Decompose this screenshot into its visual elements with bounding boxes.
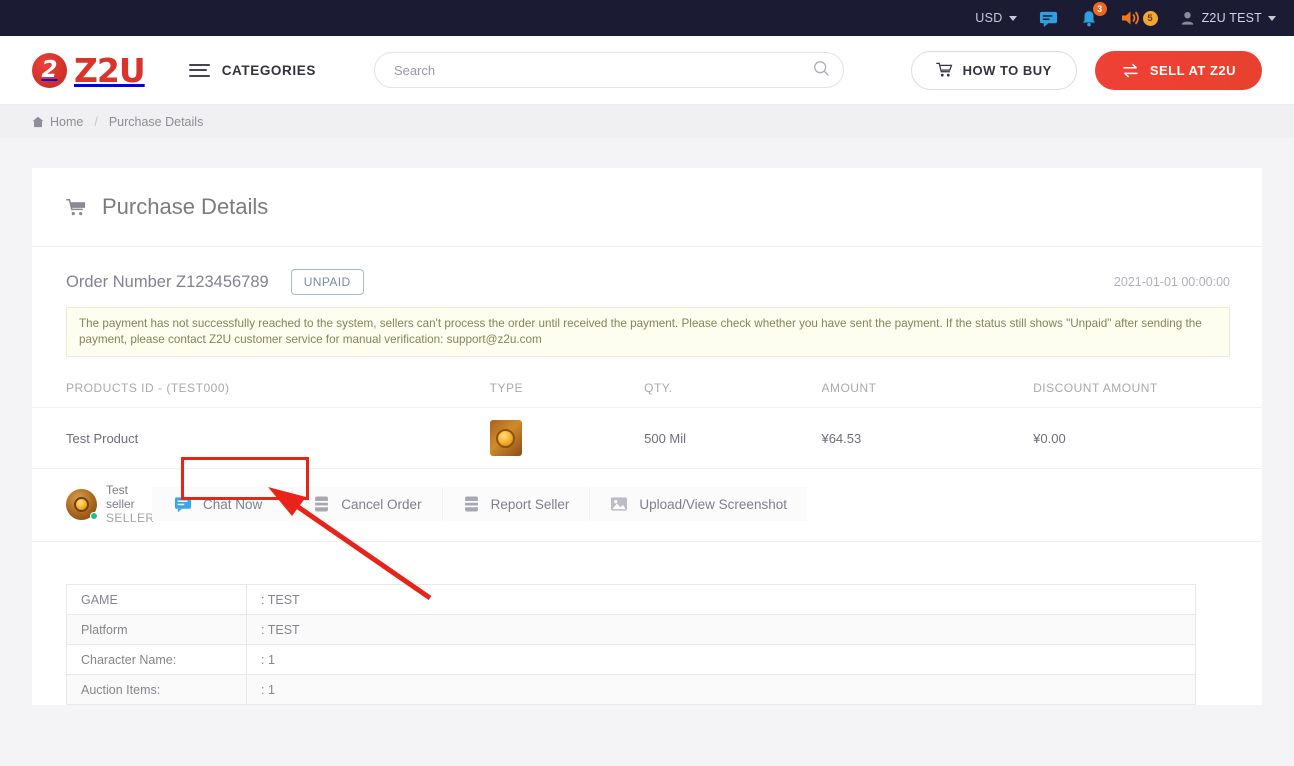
upload-view-screenshot-button[interactable]: Upload/View Screenshot [590,487,807,521]
order-attributes-table: GAME : TEST Platform : TEST Character Na… [66,584,1196,705]
order-action-bar: Test seller SELLER Chat Now Cancel Order [32,469,1262,542]
site-header: 2 Z2U CATEGORIES HOW TO BUY [0,36,1294,105]
report-icon [464,496,478,512]
order-details-section: GAME : TEST Platform : TEST Character Na… [32,542,1262,705]
table-row: Auction Items: : 1 [66,674,1196,705]
messages-button[interactable] [1039,9,1058,28]
how-to-buy-label: HOW TO BUY [962,62,1052,78]
product-discount: ¥0.00 [1033,430,1066,446]
page-title: Purchase Details [32,168,1262,247]
order-timestamp: 2021-01-01 00:00:00 [1113,275,1230,289]
search-input[interactable] [373,52,844,88]
detail-value-platform: : TEST [246,614,1196,645]
header-actions: HOW TO BUY SELL AT Z2U [910,50,1262,90]
breadcrumb-current: Purchase Details [108,114,204,129]
gold-coin-icon [489,420,522,456]
cart-icon [935,62,952,77]
seller-info[interactable]: Test seller SELLER [32,483,155,525]
image-icon [611,497,628,511]
site-logo[interactable]: 2 Z2U [32,50,146,90]
logo-mark: 2 [32,52,67,88]
detail-key-platform: Platform [66,614,247,645]
cancel-order-button[interactable]: Cancel Order [293,487,443,521]
status-badge: UNPAID [290,269,364,295]
seller-role: SELLER [106,511,155,525]
upload-screenshot-label: Upload/View Screenshot [639,496,787,512]
avatar [66,488,98,520]
search-bar [373,52,844,88]
col-discount-amount: DISCOUNT AMOUNT [1033,381,1158,395]
seller-name: Test seller [106,483,135,511]
products-table: PRODUCTS ID - (TEST000) TYPE QTY. AMOUNT… [32,371,1262,469]
breadcrumb: Home / Purchase Details [0,105,1294,138]
notifications-button[interactable]: 3 [1080,1,1107,28]
search-icon [814,61,829,77]
product-qty: 500 Mil [644,430,687,446]
detail-value-auction-items: : 1 [246,674,1196,705]
exchange-arrows-icon [1123,63,1138,77]
report-seller-label: Report Seller [490,496,570,512]
categories-label: CATEGORIES [221,62,316,78]
col-products-id: PRODUCTS ID - (TEST000) [66,381,230,395]
chevron-down-icon [1008,15,1017,21]
sell-at-z2u-button[interactable]: SELL AT Z2U [1094,50,1262,90]
online-status-dot [90,511,98,520]
user-menu[interactable]: Z2U TEST [1180,10,1276,26]
detail-key-auction-items: Auction Items: [66,674,247,705]
col-amount: AMOUNT [821,381,877,395]
purchase-details-card: Purchase Details Order Number Z123456789… [32,168,1262,705]
table-row: Character Name: : 1 [66,644,1196,675]
categories-menu-button[interactable]: CATEGORIES [188,62,316,78]
chat-now-button[interactable]: Chat Now [152,487,294,521]
detail-value-character-name: : 1 [246,644,1196,675]
chat-icon [174,496,192,512]
cart-icon [66,198,86,215]
coin-balance-badge: 5 [1142,10,1158,26]
breadcrumb-separator: / [94,114,98,129]
order-summary-row: Order Number Z123456789 UNPAID 2021-01-0… [32,247,1262,295]
breadcrumb-home-link[interactable]: Home [32,115,83,129]
table-row: Test Product 500 Mil ¥64.53 ¥0.00 [32,408,1262,469]
currency-label: USD [975,11,1003,25]
breadcrumb-home-label: Home [50,114,84,129]
report-seller-button[interactable]: Report Seller [442,487,591,521]
cancel-order-icon [315,496,329,512]
sound-balance-button[interactable]: 5 [1120,9,1158,27]
user-name-label: Z2U TEST [1201,11,1262,25]
user-icon [1181,12,1193,25]
chevron-down-icon [1268,15,1276,21]
search-button[interactable] [813,60,830,80]
col-type: TYPE [489,381,524,395]
detail-value-game: : TEST [246,584,1196,615]
order-number: Order Number Z123456789 [66,272,269,291]
products-table-header-row: PRODUCTS ID - (TEST000) TYPE QTY. AMOUNT… [32,371,1262,408]
product-type-cell [489,408,644,469]
message-icon [1039,11,1057,27]
detail-key-character-name: Character Name: [66,644,247,675]
sell-at-z2u-label: SELL AT Z2U [1149,62,1236,78]
product-name: Test Product [66,430,139,446]
table-row: GAME : TEST [66,584,1196,615]
home-icon [32,116,44,127]
speaker-icon [1121,11,1139,25]
col-qty: QTY. [644,381,673,395]
top-utility-bar: USD 3 5 Z2U TEST [0,0,1294,36]
chat-now-label: Chat Now [203,496,263,512]
payment-warning-message: The payment has not successfully reached… [66,307,1230,357]
product-amount: ¥64.53 [821,430,862,446]
cancel-order-label: Cancel Order [341,496,422,512]
page-title-text: Purchase Details [102,194,269,219]
detail-key-game: GAME [66,584,247,615]
notification-badge: 3 [1092,1,1107,16]
hamburger-icon [188,63,210,77]
logo-text: Z2U [74,50,146,90]
table-row: Platform : TEST [66,614,1196,645]
how-to-buy-button[interactable]: HOW TO BUY [910,50,1077,90]
currency-selector[interactable]: USD [975,11,1017,25]
